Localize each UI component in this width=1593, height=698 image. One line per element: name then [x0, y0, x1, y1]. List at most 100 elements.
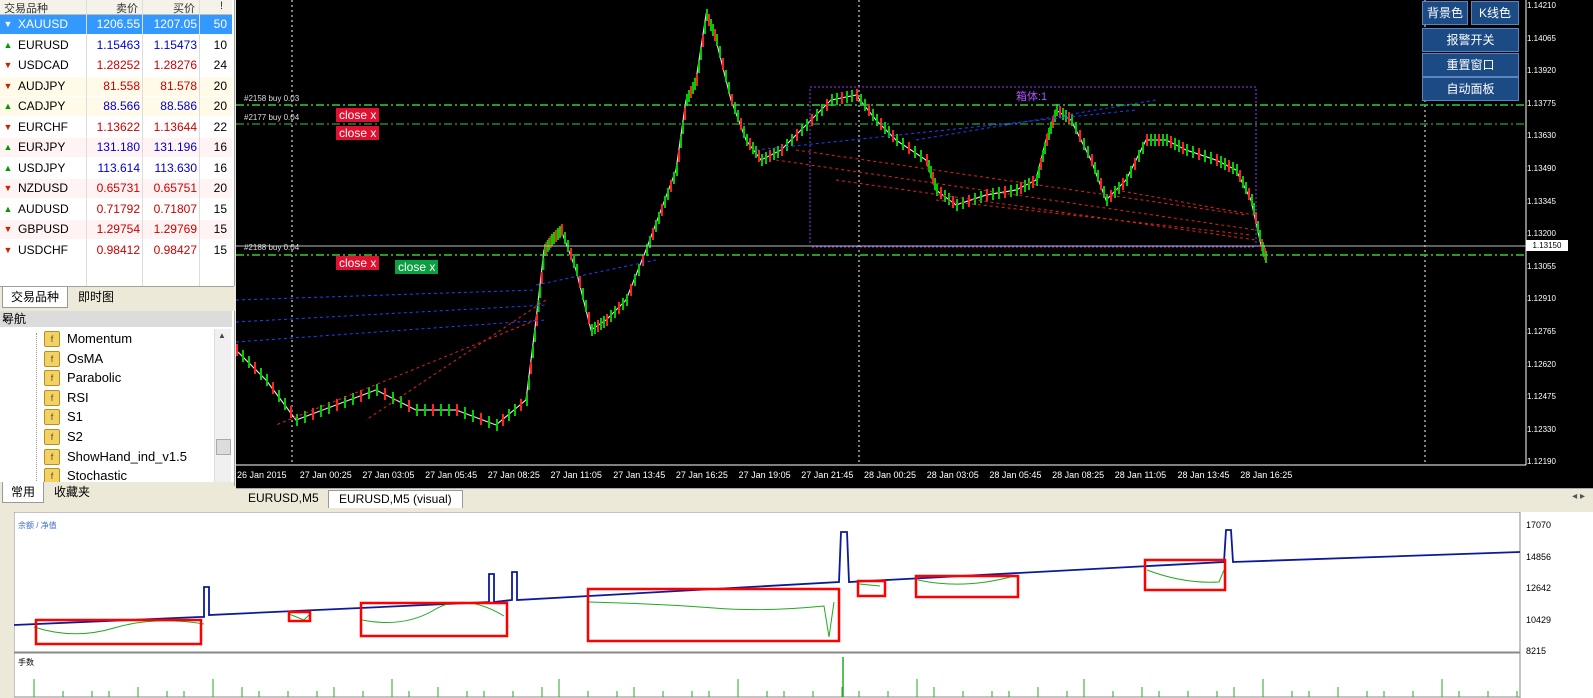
- candle: [551, 234, 553, 246]
- close-order-button-1[interactable]: close x: [336, 108, 380, 122]
- tree-line: [36, 333, 38, 483]
- auto-panel-button[interactable]: 自动面板: [1422, 77, 1519, 101]
- market-watch-row-usdchf[interactable]: ▼ USDCHF 0.98412 0.98427 15: [0, 241, 232, 260]
- scroll-up-icon[interactable]: ▲: [218, 331, 226, 340]
- navigator-scrollbar[interactable]: ▲: [214, 329, 231, 484]
- navigator-panel: 导航 × f Momentum f OsMA f Parabolic f RSI f S1 f S2 f…: [0, 311, 235, 486]
- price-tick: 1.12620: [1527, 359, 1556, 369]
- candle: [528, 378, 530, 390]
- header-bid[interactable]: 卖价: [116, 0, 138, 16]
- time-tick: 27 Jan 05:45: [425, 470, 478, 480]
- market-watch-row-xauusd[interactable]: ▼ XAUUSD 1206.55 1207.05 50: [0, 15, 232, 34]
- tab-tick-chart[interactable]: 即时图: [70, 287, 122, 307]
- candle: [1265, 251, 1267, 263]
- candle: [236, 344, 238, 356]
- header-ask[interactable]: 买价: [173, 0, 195, 16]
- candle: [634, 274, 636, 286]
- scroll-thumb[interactable]: [216, 439, 231, 455]
- candle: [600, 318, 602, 330]
- candle: [432, 404, 434, 416]
- alert-toggle-button[interactable]: 报警开关: [1422, 28, 1519, 52]
- candle: [588, 312, 590, 324]
- tab-symbols[interactable]: 交易品种: [2, 287, 69, 308]
- arrow-down-icon: ▼: [3, 80, 13, 91]
- candle: [555, 230, 557, 242]
- indicator-icon: f: [44, 331, 60, 347]
- navigator-item-label: S1: [67, 409, 83, 425]
- candle: [539, 286, 542, 298]
- equity-graph: 余额 / 净值 手数 17070 14856 12642 10429 8215: [14, 512, 1593, 698]
- candle: [1154, 134, 1156, 146]
- candle: [1162, 134, 1164, 146]
- spread-value: 15: [213, 222, 227, 236]
- candle: [1178, 140, 1180, 152]
- candle: [821, 104, 823, 116]
- market-watch-row-audjpy[interactable]: ▼ AUDJPY 81.558 81.578 20: [0, 76, 232, 96]
- arrow-up-icon: ▲: [3, 203, 13, 214]
- current-price-label: 1.13150: [1526, 240, 1568, 251]
- market-watch-row-nzdusd[interactable]: ▼ NZDUSD 0.65731 0.65751 20: [0, 179, 232, 198]
- price-tick: 1.12330: [1527, 424, 1556, 434]
- candle: [1253, 203, 1255, 215]
- symbol-name: XAUUSD: [18, 17, 69, 31]
- candle: [1224, 158, 1226, 170]
- market-watch-row-eurchf[interactable]: ▼ EURCHF 1.13622 1.13644 22: [0, 118, 232, 137]
- candle: [278, 390, 280, 402]
- header-spread[interactable]: !: [220, 0, 223, 12]
- symbol-name: AUDJPY: [18, 78, 66, 93]
- close-order-button-3[interactable]: close x: [336, 256, 380, 270]
- tab-chart-eurusd[interactable]: EURUSD,M5: [238, 490, 329, 507]
- time-tick: 27 Jan 16:25: [675, 470, 728, 480]
- equity-tick: 17070: [1526, 520, 1552, 530]
- mt4-strategy-tester-window: 交易品种 卖价 买价 ! ▼ XAUUSD 1206.55 1207.05 50 ▲ EUR…: [0, 0, 1593, 698]
- bid-price: 1.15463: [96, 37, 140, 52]
- candle: [570, 248, 572, 260]
- background-color-button[interactable]: 背景色: [1422, 1, 1468, 25]
- candle: [682, 122, 684, 134]
- market-watch-row-audusd[interactable]: ▲ AUDUSD 0.71792 0.71807 15: [0, 200, 232, 219]
- header-symbol[interactable]: 交易品种: [4, 0, 48, 16]
- reset-window-button[interactable]: 重置窗口: [1422, 53, 1519, 77]
- market-watch-panel: 交易品种 卖价 买价 ! ▼ XAUUSD 1206.55 1207.05 50 ▲ EUR…: [0, 0, 235, 286]
- close-icon[interactable]: ×: [2, 311, 226, 327]
- market-watch-row-usdjpy[interactable]: ▲ USDJPY 113.614 113.630 16: [0, 159, 232, 178]
- candle: [576, 264, 578, 276]
- ask-price: 0.71807: [153, 201, 197, 216]
- price-tick: 1.12910: [1527, 294, 1556, 304]
- navigator-item-label: RSI: [67, 389, 89, 405]
- navigator-item-label: Momentum: [67, 331, 133, 346]
- market-watch-row-eurusd[interactable]: ▲ EURUSD 1.15463 1.15473 10: [0, 36, 232, 55]
- candle: [472, 410, 474, 422]
- candle: [526, 394, 528, 406]
- tab-chart-eurusd-visual[interactable]: EURUSD,M5 (visual): [328, 490, 463, 508]
- candle: [1142, 142, 1144, 154]
- tab-favorites[interactable]: 收藏夹: [46, 482, 98, 502]
- close-order-button-2[interactable]: close x: [336, 126, 380, 140]
- tab-common[interactable]: 常用: [2, 482, 45, 503]
- candle: [734, 102, 736, 114]
- market-watch-row-gbpusd[interactable]: ▼ GBPUSD 1.29754 1.29769 15: [0, 220, 232, 239]
- candle: [488, 416, 490, 428]
- candle: [1087, 146, 1089, 158]
- candle-color-button[interactable]: K线色: [1471, 1, 1519, 25]
- market-watch-row-cadjpy[interactable]: ▲ CADJPY 88.566 88.586 20: [0, 97, 232, 116]
- candle: [664, 196, 666, 208]
- close-all-button[interactable]: close x: [395, 260, 439, 274]
- candle: [1248, 188, 1250, 200]
- navigator-item-label: Parabolic: [67, 370, 122, 386]
- indicator-icon: f: [44, 409, 60, 426]
- candle: [755, 146, 757, 158]
- candle: [816, 109, 818, 121]
- candle: [740, 118, 742, 130]
- price-chart[interactable]: 背景色 K线色 报警开关 重置窗口 自动面板 close x close x c…: [236, 0, 1593, 488]
- market-watch-row-usdcad[interactable]: ▼ USDCAD 1.28252 1.28276 24: [0, 56, 232, 75]
- spread-value: 22: [213, 119, 227, 134]
- column-separator: [86, 0, 87, 286]
- tab-scroll-arrows[interactable]: ◂ ▸: [1572, 491, 1585, 502]
- candle: [1044, 142, 1046, 154]
- candle: [698, 61, 700, 73]
- spread-value: 16: [213, 140, 227, 154]
- market-watch-row-eurjpy[interactable]: ▲ EURJPY 131.180 131.196 16: [0, 138, 232, 157]
- candle: [1236, 164, 1238, 176]
- candle: [573, 256, 575, 268]
